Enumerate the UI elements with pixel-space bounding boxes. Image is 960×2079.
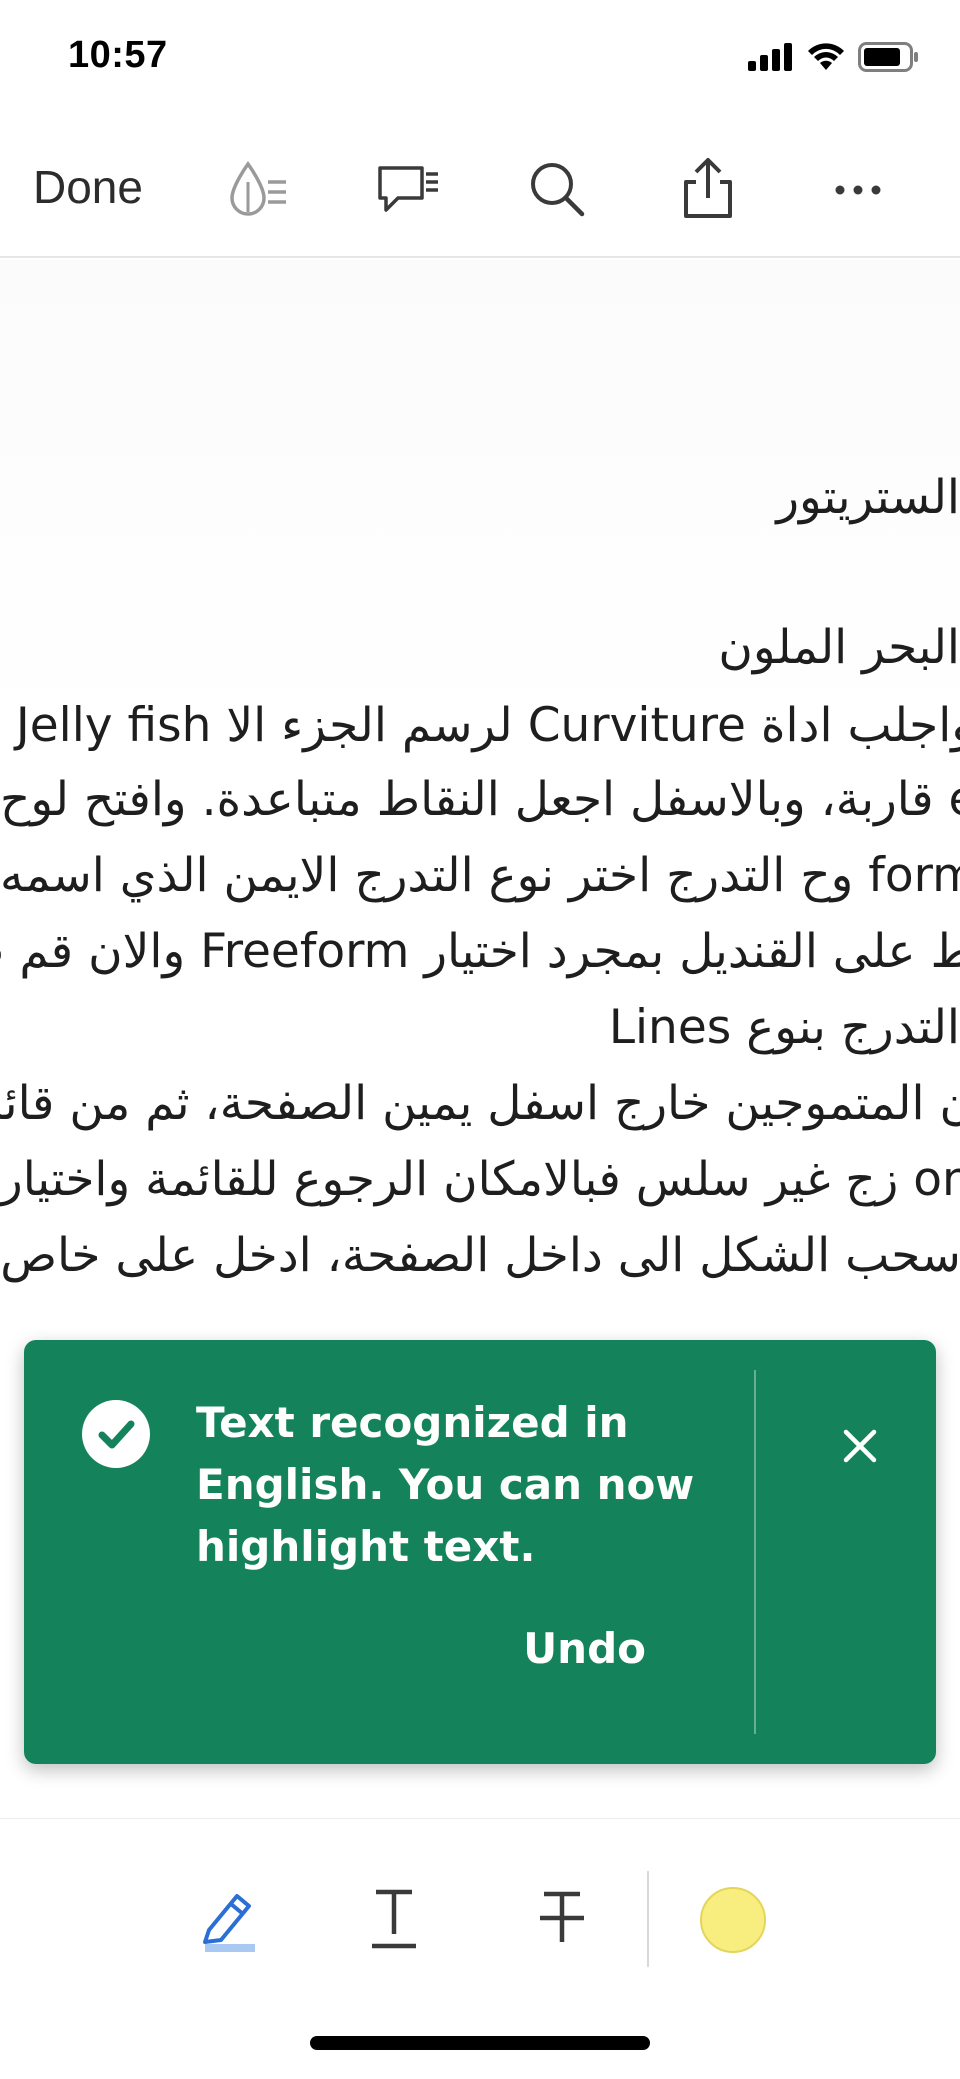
status-bar: 10:57 [0,0,960,120]
document-line: الستريتور [776,470,960,525]
document-line: واجلب اداة Curviture لرسم الجزء الا Jell… [0,698,960,753]
search-icon[interactable] [518,150,598,230]
more-icon[interactable] [818,150,898,230]
toolbar-divider [647,1871,649,1967]
color-swatch[interactable] [700,1887,766,1953]
document-line: التدرج بنوع Lines [608,1000,960,1055]
battery-icon [858,42,918,72]
ocr-toast: Text recognized in English. You can now … [24,1340,936,1764]
document-line: ن المتموجين خارج اسفل يمين الصفحة، ثم من… [0,1076,960,1131]
document-line: زج غير سلس فبالامكان الرجوع للقائمة واخت… [0,1152,960,1207]
top-toolbar: Done [0,130,960,258]
home-indicator[interactable] [310,2036,650,2050]
ink-drop-icon[interactable] [218,150,298,230]
document-line: قاربة، وبالاسفل اجعل النقاط متباعدة. واف… [0,772,960,827]
status-icons [748,42,920,72]
document-line: البحر الملون [718,620,960,675]
status-time: 10:57 [68,34,168,76]
checkmark-icon [82,1400,150,1468]
comment-list-icon[interactable] [368,150,448,230]
wifi-icon [808,43,844,70]
signal-icon [748,43,792,71]
document-line: وح التدرج اختر نوع التدرج الايمن الذي اس… [0,848,960,903]
document-line: اسحب الشكل الى داخل الصفحة، ادخل على خاص [0,1228,960,1283]
undo-button[interactable]: Undo [523,1624,646,1673]
document-line: ط على القنديل بمجرد اختيار Freeform والا… [0,924,960,979]
strikethrough-tool-icon[interactable] [517,1873,607,1963]
close-icon[interactable] [824,1410,896,1482]
toast-message: Text recognized in English. You can now … [196,1398,695,1571]
underline-tool-icon[interactable] [349,1873,439,1963]
done-button[interactable]: Done [33,160,143,214]
share-icon[interactable] [668,150,748,230]
toast-divider [754,1370,756,1734]
highlight-tool-icon[interactable] [182,1873,272,1963]
